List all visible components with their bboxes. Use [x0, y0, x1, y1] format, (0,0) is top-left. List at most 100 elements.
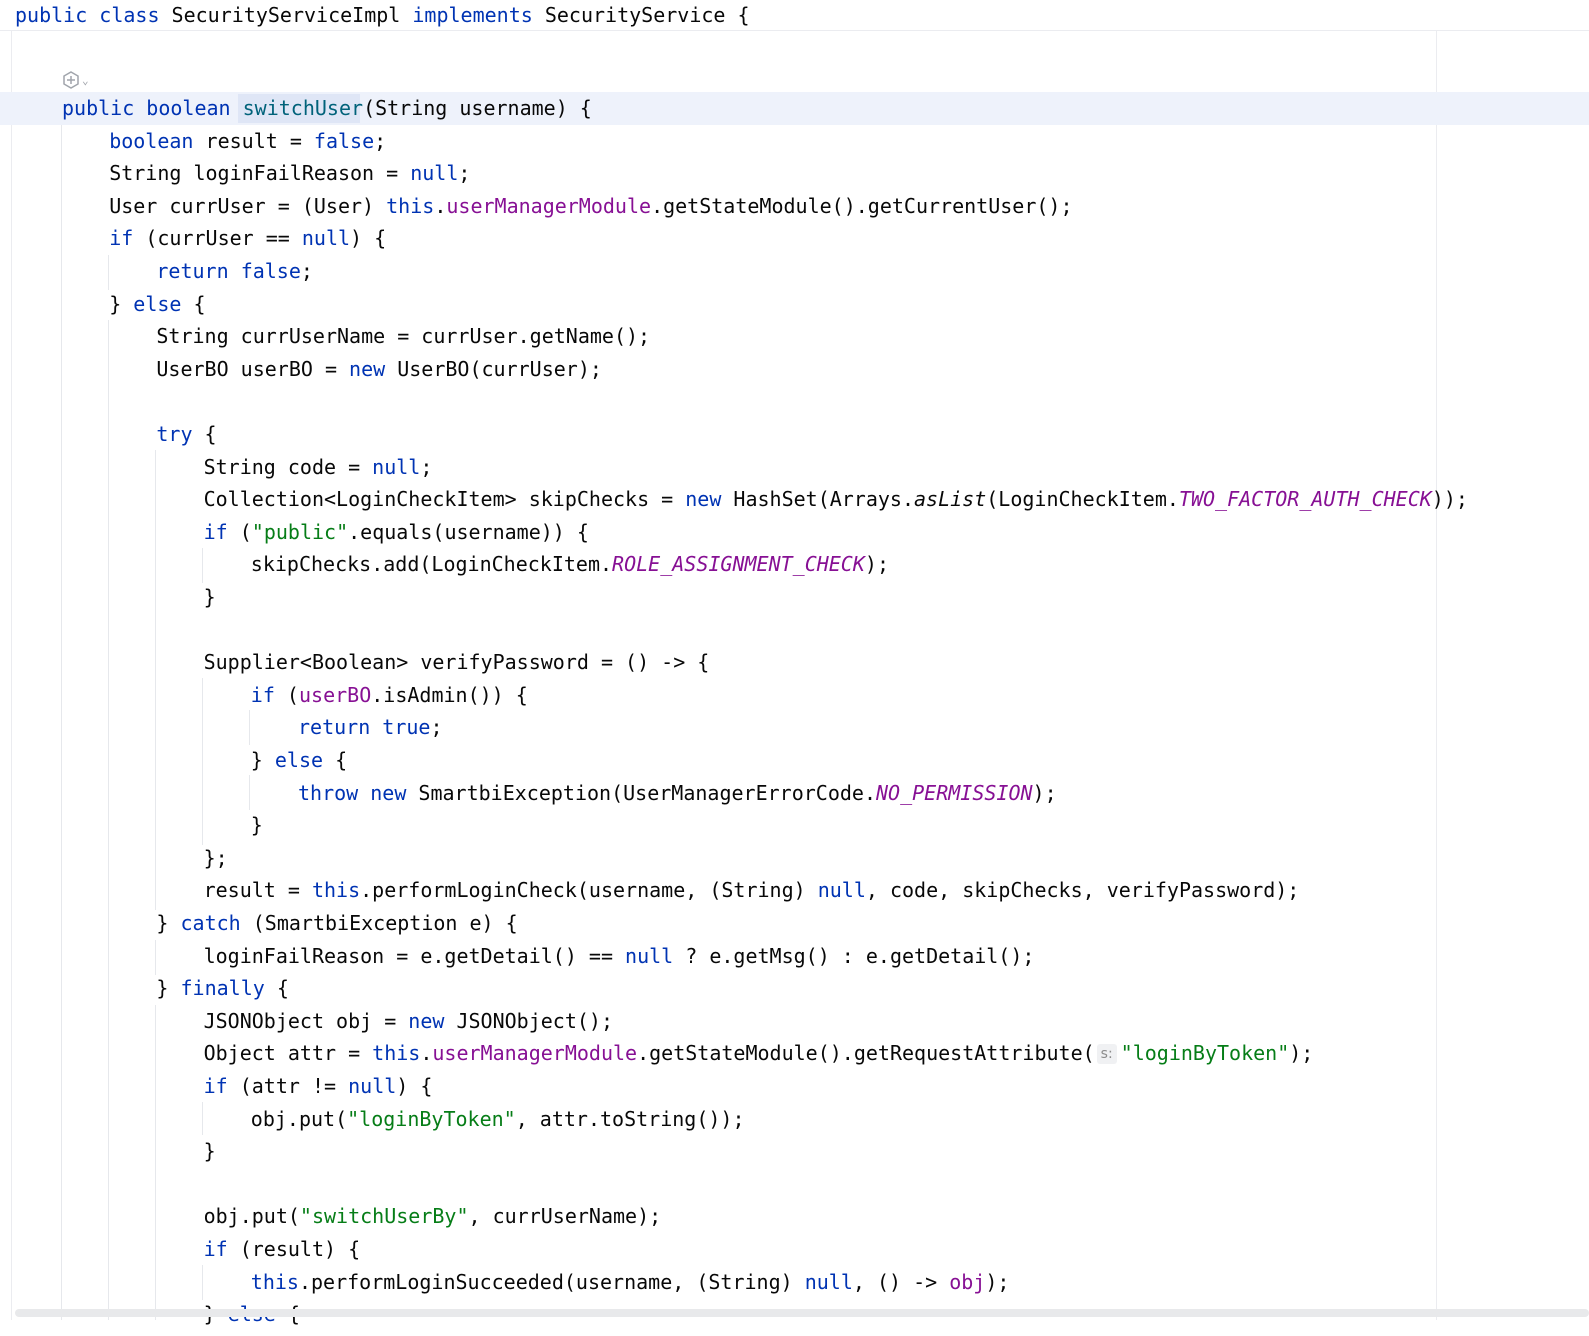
- code-line[interactable]: String currUserName = currUser.getName()…: [156, 321, 650, 351]
- code-line[interactable]: obj.put("loginByToken", attr.toString())…: [251, 1104, 745, 1134]
- code-token: ROLE_ASSIGNMENT_CHECK: [612, 552, 865, 577]
- code-line[interactable]: User currUser = (User) this.userManagerM…: [109, 191, 1072, 221]
- code-token: null: [301, 226, 351, 251]
- code-line[interactable]: } else {: [251, 745, 347, 775]
- indent-guide: [202, 548, 203, 583]
- code-token: public: [62, 96, 135, 120]
- code-token: ;: [420, 454, 433, 479]
- code-token: if: [203, 1237, 228, 1261]
- code-token: (SmartbiException e) {: [240, 911, 518, 935]
- indent-guide: [155, 450, 156, 910]
- code-token: {: [264, 976, 289, 1001]
- code-line[interactable]: try {: [156, 419, 216, 449]
- code-line[interactable]: } else {: [109, 289, 205, 319]
- code-line[interactable]: if (result) {: [204, 1234, 361, 1264]
- code-line[interactable]: } finally {: [156, 973, 288, 1003]
- ai-assistant-icon[interactable]: ⌄: [62, 70, 102, 90]
- code-token: Object attr =: [203, 1041, 373, 1066]
- code-line[interactable]: }: [251, 810, 263, 840]
- code-line[interactable]: String code = null;: [204, 452, 433, 482]
- code-line[interactable]: JSONObject obj = new JSONObject();: [204, 1006, 613, 1036]
- code-token: .equals(username)) {: [348, 519, 589, 544]
- indent-guide: [61, 125, 62, 1320]
- code-token: null: [625, 943, 674, 968]
- code-token: asList: [914, 487, 987, 512]
- code-token: userManagerModule: [432, 1041, 638, 1066]
- code-line[interactable]: if (currUser == null) {: [109, 223, 386, 253]
- code-token: );: [1289, 1041, 1314, 1066]
- code-token: ? e.getMsg() : e.getDetail();: [673, 943, 1035, 968]
- code-token: (LoginCheckItem.: [986, 487, 1179, 512]
- indent-guide: [249, 775, 250, 810]
- code-token: if: [250, 682, 275, 707]
- code-token: throw: [298, 780, 359, 805]
- code-token: new: [370, 780, 407, 805]
- code-line[interactable]: } catch (SmartbiException e) {: [156, 908, 517, 938]
- code-line[interactable]: }: [204, 582, 216, 612]
- code-token: boolean: [109, 128, 194, 153]
- code-token: this: [311, 878, 361, 903]
- code-token: {: [192, 422, 217, 446]
- code-line[interactable]: boolean result = false;: [109, 126, 386, 156]
- code-line[interactable]: throw new SmartbiException(UserManagerEr…: [298, 778, 1057, 808]
- code-token: , attr.toString());: [515, 1106, 745, 1131]
- code-line[interactable]: if (attr != null) {: [204, 1071, 433, 1101]
- code-line[interactable]: if ("public".equals(username)) {: [204, 517, 589, 547]
- code-line[interactable]: };: [204, 843, 228, 873]
- code-token: catch: [180, 911, 241, 935]
- indent-guide: [108, 320, 109, 1320]
- code-token: false: [313, 128, 375, 153]
- code-token: "loginByToken": [347, 1106, 516, 1131]
- code-line[interactable]: UserBO userBO = new UserBO(currUser);: [156, 354, 602, 384]
- code-token: ) {: [396, 1074, 433, 1098]
- code-line[interactable]: return false;: [156, 256, 313, 286]
- code-token: boolean: [146, 96, 231, 120]
- code-token: JSONObject();: [444, 1008, 613, 1033]
- code-line[interactable]: if (userBO.isAdmin()) {: [251, 680, 528, 710]
- code-token: String code =: [203, 454, 373, 479]
- code-token: {: [323, 748, 348, 772]
- indent-guide: [155, 940, 156, 975]
- code-line[interactable]: String loginFailReason = null;: [109, 158, 470, 188]
- chevron-down-icon[interactable]: ⌄: [82, 74, 89, 87]
- code-line[interactable]: Object attr = this.userManagerModule.get…: [204, 1038, 1314, 1068]
- code-token: ));: [1431, 487, 1468, 512]
- code-token: Collection<LoginCheckItem> skipChecks =: [203, 487, 686, 512]
- code-token: null: [804, 1269, 853, 1294]
- code-token: null: [817, 878, 866, 903]
- code-token: SecurityService {: [532, 3, 750, 27]
- code-line[interactable]: loginFailReason = e.getDetail() == null …: [204, 941, 1035, 971]
- code-token: .getStateModule().getCurrentUser();: [651, 193, 1073, 218]
- code-token: }: [203, 585, 216, 609]
- code-line[interactable]: Supplier<Boolean> verifyPassword = () ->…: [204, 647, 710, 677]
- code-token: SmartbiException(UserManagerErrorCode.: [406, 780, 876, 805]
- code-token: false: [240, 259, 301, 283]
- code-line[interactable]: }: [204, 1136, 216, 1166]
- sticky-class-header: public class SecurityServiceImpl impleme…: [0, 0, 1589, 31]
- code-token: switchUser: [242, 96, 364, 120]
- code-line[interactable]: Collection<LoginCheckItem> skipChecks = …: [204, 484, 1468, 514]
- code-token: "loginByToken": [1120, 1041, 1290, 1066]
- code-line[interactable]: this.performLoginSucceeded(username, (St…: [251, 1267, 1010, 1297]
- horizontal-scrollbar[interactable]: [15, 1309, 1589, 1317]
- code-line[interactable]: skipChecks.add(LoginCheckItem.ROLE_ASSIG…: [251, 549, 889, 579]
- code-token: UserBO(currUser);: [385, 356, 602, 381]
- code-token: obj.put(: [250, 1106, 348, 1131]
- code-token: ;: [458, 161, 471, 186]
- code-token: if: [203, 519, 228, 544]
- code-token: this: [372, 1041, 421, 1066]
- code-token: (result) {: [227, 1237, 361, 1261]
- code-line[interactable]: obj.put("switchUserBy", currUserName);: [204, 1201, 662, 1231]
- code-token: HashSet(Arrays.: [721, 487, 915, 512]
- code-token: ) {: [350, 226, 387, 251]
- code-line[interactable]: public boolean switchUser(String usernam…: [62, 93, 592, 123]
- code-line[interactable]: return true;: [298, 712, 443, 742]
- code-token: JSONObject obj =: [203, 1008, 409, 1033]
- class-declaration[interactable]: public class SecurityServiceImpl impleme…: [15, 2, 750, 28]
- code-token: String currUserName = currUser.getName()…: [156, 324, 651, 349]
- indent-guide: [202, 678, 203, 845]
- code-line[interactable]: result = this.performLoginCheck(username…: [204, 875, 1300, 905]
